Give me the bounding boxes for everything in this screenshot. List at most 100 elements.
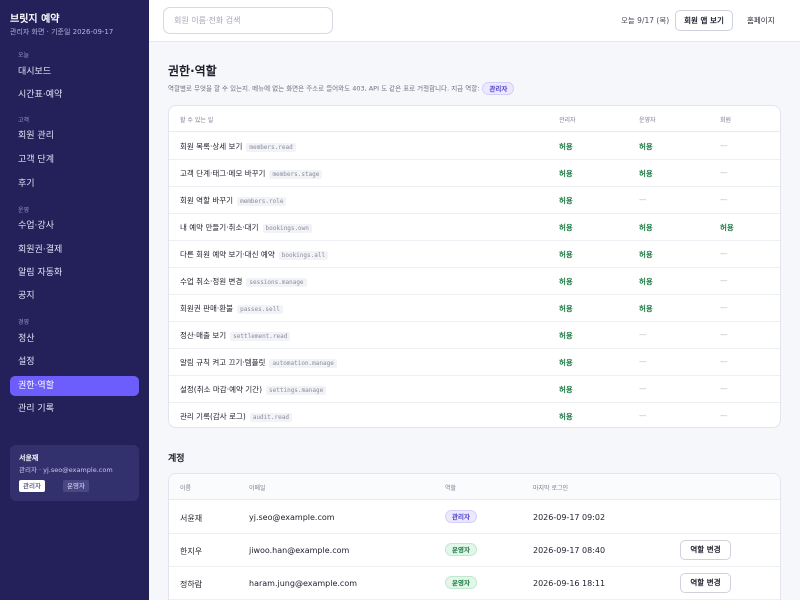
permission-code: members.read (246, 143, 296, 152)
permission-row: 알림 규칙 켜고 끄기·템플릿 automation.manage 허용 — — (169, 349, 780, 376)
sidebar-item-notices[interactable]: 공지 (10, 286, 139, 306)
sidebar-item-dashboard[interactable]: 대시보드 (10, 62, 139, 82)
sidebar-item-classes[interactable]: 수업·강사 (10, 216, 139, 236)
page-title: 권한·역할 (168, 64, 217, 78)
permission-label-text: 다른 회원 예약 보기·대신 예약 (180, 250, 275, 259)
permission-admin-cell: 허용 (559, 196, 573, 205)
permission-member-cell: — (720, 276, 728, 285)
permission-member-cell: — (720, 249, 728, 258)
permission-operator-cell: — (639, 195, 647, 204)
permission-label-text: 설정(취소 마감·예약 기간) (180, 385, 263, 394)
change-role-button[interactable]: 역할 변경 (680, 573, 731, 593)
role-switch-admin[interactable]: 관리자 (19, 480, 45, 492)
sidebar-item-passes[interactable]: 회원권·결제 (10, 240, 139, 260)
permission-label-text: 정산·매출 보기 (180, 331, 227, 340)
permission-operator-cell: 허용 (639, 304, 653, 313)
permission-code: members.stage (269, 170, 323, 179)
permission-label-text: 관리 기록(감사 로그) (180, 412, 246, 421)
permission-label: 다른 회원 예약 보기·대신 예약 bookings.all (180, 249, 329, 260)
brand-subtitle: 관리자 화면 · 기준일 2026-09-17 (10, 28, 114, 36)
account-email: jiwoo.han@example.com (249, 546, 350, 555)
account-last-login: 2026-09-17 08:40 (533, 546, 606, 555)
permission-label-text: 회원 목록·상세 보기 (180, 142, 243, 151)
permission-operator-cell: 허용 (639, 277, 653, 286)
permission-label: 회원 역할 바꾸기 members.role (180, 195, 287, 206)
permission-code: bookings.all (278, 251, 329, 260)
change-role-button[interactable]: 역할 변경 (680, 540, 731, 560)
account-email: haram.jung@example.com (249, 579, 358, 588)
sidebar-item-permissions[interactable]: 권한·역할 (10, 376, 139, 396)
permission-admin-cell: 허용 (559, 223, 573, 232)
header-member: 회원 (720, 117, 732, 124)
sidebar-item-audit-log[interactable]: 관리 기록 (10, 399, 139, 419)
permission-label-text: 내 예약 만들기·취소·대기 (180, 223, 259, 232)
account-last-login: 2026-09-16 18:11 (533, 579, 606, 588)
permission-admin-cell: 허용 (559, 358, 573, 367)
account-name: 정하람 (180, 580, 203, 589)
header-admin: 관리자 (559, 117, 576, 124)
section-label-operations: 운영 (18, 207, 30, 214)
header-name: 이름 (180, 485, 192, 492)
current-role-badge: 관리자 (482, 82, 515, 95)
today-date: 오늘 9/17 (목) (621, 16, 670, 25)
sidebar-item-settlement[interactable]: 정산 (10, 329, 139, 349)
account-row: 서윤재 yj.seo@example.com 관리자 2026-09-17 09:02 (169, 501, 780, 534)
permission-member-cell: — (720, 141, 728, 150)
user-name: 서윤재 (19, 454, 39, 462)
page-description: 역할별로 무엇을 할 수 있는지. 메뉴에 없는 화면은 주소로 들어와도 40… (168, 82, 515, 95)
permission-label: 내 예약 만들기·취소·대기 bookings.own (180, 222, 312, 233)
sidebar-item-members[interactable]: 회원 관리 (10, 126, 139, 146)
permission-code: passes.sell (237, 305, 283, 314)
permission-operator-cell: 허용 (639, 142, 653, 151)
permission-label: 설정(취소 마감·예약 기간) settings.manage (180, 384, 327, 395)
permission-row: 정산·매출 보기 settlement.read 허용 — — (169, 322, 780, 349)
section-label-management: 경영 (18, 319, 30, 326)
permission-label-text: 회원권 판매·환불 (180, 304, 234, 313)
brand-title: 브릿지 예약 (10, 14, 60, 25)
header-email: 이메일 (249, 485, 266, 492)
permission-member-cell: — (720, 195, 728, 204)
permission-admin-cell: 허용 (559, 331, 573, 340)
permission-label: 알림 규칙 켜고 끄기·템플릿 automation.manage (180, 357, 337, 368)
permission-label: 정산·매출 보기 settlement.read (180, 330, 291, 341)
section-label-customers: 고객 (18, 117, 30, 124)
role-switch-operator[interactable]: 운영자 (63, 480, 89, 492)
account-role-badge: 운영자 (445, 543, 477, 556)
permission-code: audit.read (249, 413, 292, 422)
account-role-badge: 관리자 (445, 510, 477, 523)
accounts-table: 이름 이메일 역할 마지막 로그인 서윤재 yj.seo@example.com 관… (168, 473, 781, 600)
permission-label: 회원 목록·상세 보기 members.read (180, 141, 296, 152)
permission-admin-cell: 허용 (559, 277, 573, 286)
permission-row: 다른 회원 예약 보기·대신 예약 bookings.all 허용 허용 — (169, 241, 780, 268)
permission-operator-cell: 허용 (639, 250, 653, 259)
permission-code: members.role (237, 197, 287, 206)
permission-label: 회원권 판매·환불 passes.sell (180, 303, 283, 314)
member-app-button[interactable]: 회원 앱 보기 (675, 10, 733, 31)
account-row: 한지우 jiwoo.han@example.com 운영자 2026-09-17 08… (169, 534, 780, 567)
account-last-login: 2026-09-17 09:02 (533, 513, 606, 522)
member-search-input[interactable] (163, 7, 333, 34)
topbar: 오늘 9/17 (목) 회원 앱 보기 홈페이지 (149, 0, 800, 42)
sidebar-item-reviews[interactable]: 후기 (10, 174, 139, 194)
permission-row: 회원 목록·상세 보기 members.read 허용 허용 — (169, 133, 780, 160)
homepage-link[interactable]: 홈페이지 (747, 15, 775, 26)
sidebar-item-customer-stage[interactable]: 고객 단계 (10, 150, 139, 170)
permission-operator-cell: — (639, 384, 647, 393)
permission-label-text: 수업 취소·정원 변경 (180, 277, 243, 286)
permission-row: 관리 기록(감사 로그) audit.read 허용 — — (169, 403, 780, 427)
permission-code: settings.manage (266, 386, 327, 395)
account-row: 정하람 haram.jung@example.com 운영자 2026-09-16 1… (169, 567, 780, 600)
sidebar-item-schedule[interactable]: 시간표·예약 (10, 85, 139, 105)
permission-member-cell: — (720, 303, 728, 312)
accounts-table-header: 이름 이메일 역할 마지막 로그인 (169, 474, 780, 500)
section-label-today: 오늘 (18, 52, 30, 59)
permission-label-text: 회원 역할 바꾸기 (180, 196, 234, 205)
header-role: 역할 (445, 485, 457, 492)
permission-code: bookings.own (262, 224, 312, 233)
sidebar-item-automation[interactable]: 알림 자동화 (10, 263, 139, 283)
permission-member-cell: — (720, 357, 728, 366)
permission-operator-cell: 허용 (639, 169, 653, 178)
sidebar-item-settings[interactable]: 설정 (10, 352, 139, 372)
permission-member-cell: — (720, 411, 728, 420)
permission-admin-cell: 허용 (559, 304, 573, 313)
